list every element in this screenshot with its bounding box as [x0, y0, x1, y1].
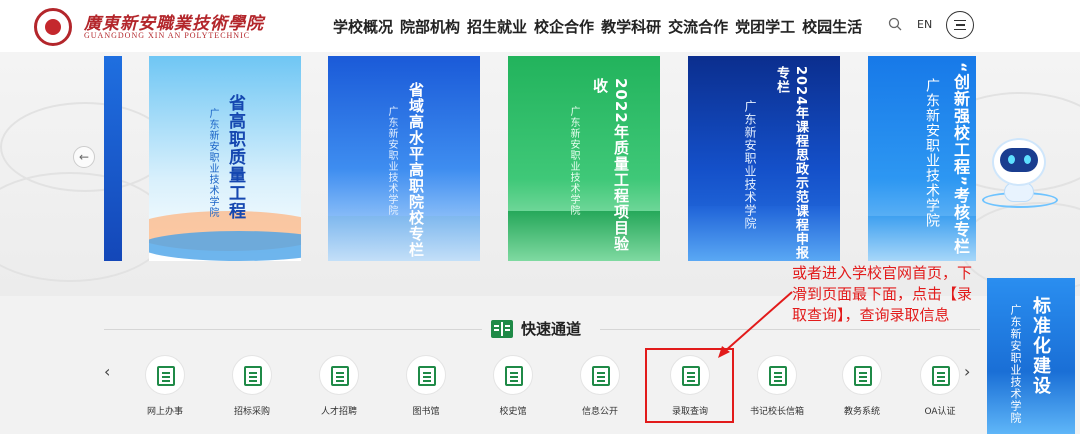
quick-access-info-disclosure[interactable]: 信息公开 [560, 355, 640, 417]
banner-card-project-acceptance[interactable]: 2022年质量工程项目验收 广东新安职业技术学院 [508, 56, 660, 261]
quick-access-label: 招标采购 [233, 407, 270, 417]
book-icon [491, 319, 513, 338]
carousel-prev-arrow-icon[interactable]: ← [73, 146, 95, 168]
quick-access-academic-system[interactable]: 教务系统 [822, 355, 902, 417]
banner-card-course-ideology[interactable]: 2024年课程思政示范课程申报专栏 广东新安职业技术学院 [688, 56, 840, 261]
quick-access-recruitment[interactable]: 人才招聘 [299, 355, 379, 417]
quick-access-title: 快速通道 [521, 320, 582, 338]
robot-eye-shape [1024, 155, 1031, 164]
nav-item-cooperation[interactable]: 校企合作 [534, 16, 594, 37]
banner-card-school: 广东新安职业技术学院 [743, 100, 757, 230]
side-banner-school: 广东新安职业技术学院 [1009, 304, 1022, 424]
banner-card-title: 省域高水平高职院校专栏 [407, 82, 425, 258]
highlight-box [645, 348, 734, 423]
file-text-icon [842, 355, 882, 395]
quick-access-label: 教务系统 [843, 407, 880, 417]
quick-access-procurement[interactable]: 招标采购 [212, 355, 292, 417]
side-banner-standardization[interactable]: 标准化建设 广东新安职业技术学院 [987, 278, 1075, 434]
monitor-icon [145, 355, 185, 395]
divider-right [600, 329, 980, 330]
banner-building-shape [508, 211, 660, 261]
language-switch[interactable]: EN [917, 18, 932, 31]
menu-icon[interactable] [946, 11, 974, 39]
divider-left [104, 329, 482, 330]
quick-access-heading: 快速通道 [491, 318, 581, 339]
quick-access-label: 信息公开 [581, 407, 618, 417]
banner-card-innovation-project[interactable]: “创新强校工程”考核专栏 广东新安职业技术学院 [868, 56, 976, 261]
id-card-icon [920, 355, 960, 395]
quick-access-president-mailbox[interactable]: 书记校长信箱 [737, 355, 817, 417]
user-list-icon [319, 355, 359, 395]
search-icon[interactable] [888, 17, 902, 31]
annotation-text: 或者进入学校官网首页，下滑到页面最下面，点击【录取查询】，查询录取信息 [792, 264, 973, 324]
banner-card-title: 2022年质量工程项目验收 [591, 78, 630, 252]
banner-card-quality-project[interactable]: 省高职质量工程 广东新安职业技术学院 [149, 56, 301, 261]
banner-building-shape [328, 216, 480, 261]
quick-access-oa-auth[interactable]: OA认证 [905, 355, 975, 417]
school-logo[interactable] [34, 8, 72, 46]
banner-card-high-level-college[interactable]: 省域高水平高职院校专栏 广东新安职业技术学院 [328, 56, 480, 261]
school-name-en: GUANGDONG XIN AN POLYTECHNIC [84, 31, 251, 40]
nav-item-research[interactable]: 教学科研 [601, 16, 661, 37]
document-search-icon [232, 355, 272, 395]
banner-wave-shape [149, 231, 301, 261]
banner-card-school: 广东新安职业技术学院 [568, 106, 579, 216]
quick-access-history-museum[interactable]: 校史馆 [473, 355, 553, 417]
robot-face-shape [1000, 148, 1038, 172]
banner-card-school: 广东新安职业技术学院 [207, 108, 218, 218]
mail-icon [757, 355, 797, 395]
banner-card-title: “创新强校工程”考核专栏 [951, 62, 970, 256]
quick-access-label: 书记校长信箱 [749, 407, 804, 417]
robot-assistant-icon[interactable] [982, 134, 1058, 210]
cloud-decoration [0, 172, 170, 282]
nav-item-departments[interactable]: 院部机构 [400, 16, 460, 37]
quick-access-label: 校史馆 [499, 407, 527, 417]
quick-access-label: 网上办事 [146, 407, 183, 417]
nav-item-about[interactable]: 学校概况 [333, 16, 393, 37]
quick-access-label: 人才招聘 [320, 407, 357, 417]
banner-card-school: 广东新安职业技术学院 [386, 106, 397, 216]
banner-card-title: 2024年课程思政示范课程申报专栏 [774, 66, 808, 261]
document-icon [493, 355, 533, 395]
quick-access-label: OA认证 [924, 407, 956, 417]
site-header: 廣東新安職業技術學院 GUANGDONG XIN AN POLYTECHNIC … [0, 0, 1080, 52]
quick-access-library[interactable]: 图书馆 [386, 355, 466, 417]
notes-icon [580, 355, 620, 395]
banner-card-title: 省高职质量工程 [225, 94, 245, 220]
open-book-icon [406, 355, 446, 395]
nav-item-campus-life[interactable]: 校园生活 [802, 16, 862, 37]
banner-card-school: 广东新安职业技术学院 [924, 78, 940, 228]
main-nav: 学校概况 院部机构 招生就业 校企合作 教学科研 交流合作 党团学工 校园生活 [333, 16, 862, 37]
quick-access-prev-icon[interactable]: ‹ [104, 362, 110, 381]
banner-card-partial[interactable] [104, 56, 122, 261]
banner-carousel: 省高职质量工程 广东新安职业技术学院 省域高水平高职院校专栏 广东新安职业技术学… [0, 52, 1080, 296]
banner-building-shape [688, 206, 840, 261]
quick-access-label: 图书馆 [412, 407, 440, 417]
nav-item-exchange[interactable]: 交流合作 [668, 16, 728, 37]
nav-item-admission[interactable]: 招生就业 [467, 16, 527, 37]
robot-eye-shape [1008, 155, 1015, 164]
side-banner-title: 标准化建设 [1030, 296, 1051, 396]
nav-item-party[interactable]: 党团学工 [735, 16, 795, 37]
quick-access-online-service[interactable]: 网上办事 [125, 355, 205, 417]
